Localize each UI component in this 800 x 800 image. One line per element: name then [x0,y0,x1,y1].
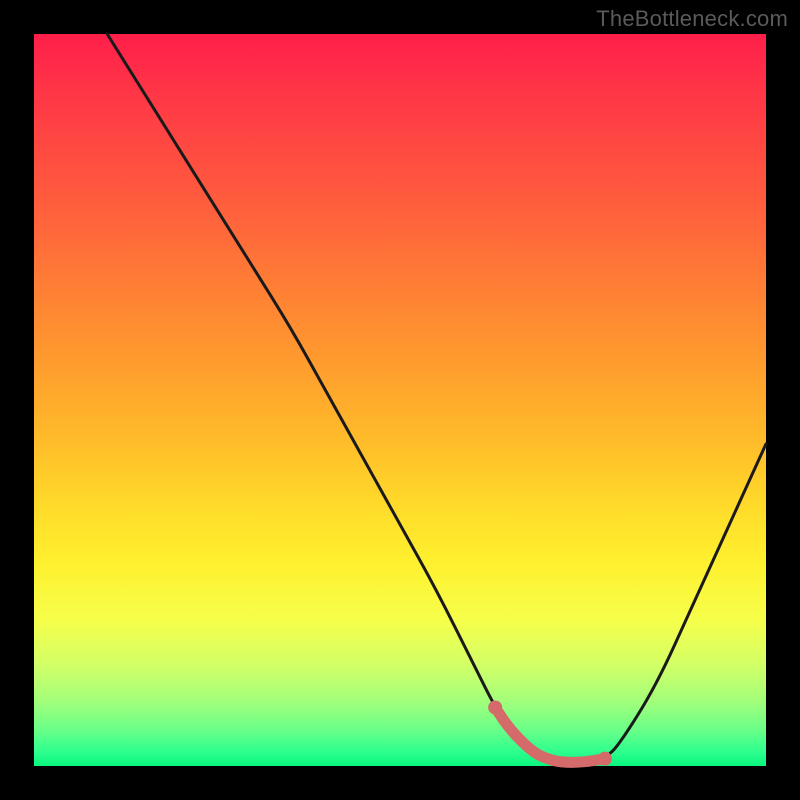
optimal-range-highlight [495,707,605,762]
optimal-range-end-dot [598,752,612,766]
curve-svg [34,34,766,766]
watermark-text: TheBottleneck.com [596,6,788,32]
chart-frame: TheBottleneck.com [0,0,800,800]
bottleneck-curve [107,34,766,762]
plot-area [34,34,766,766]
optimal-range-start-dot [488,700,502,714]
